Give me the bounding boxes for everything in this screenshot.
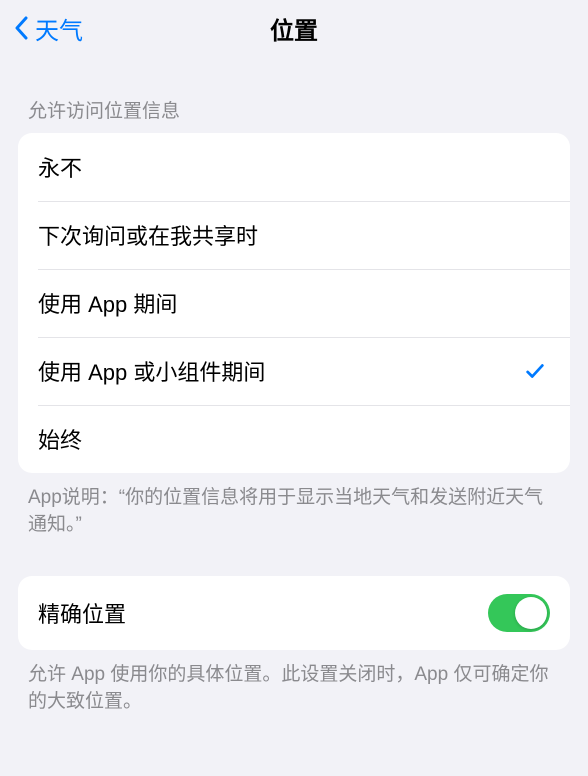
precise-location-group: 精确位置 (18, 576, 570, 650)
option-label: 永不 (38, 151, 82, 183)
section-footer-precise-explanation: 允许 App 使用你的具体位置。此设置关闭时，App 仅可确定你的大致位置。 (0, 650, 588, 715)
precise-location-toggle[interactable] (488, 594, 550, 632)
checkmark-icon (524, 360, 546, 382)
chevron-left-icon (14, 16, 29, 40)
precise-location-label: 精确位置 (38, 597, 126, 629)
option-label: 下次询问或在我共享时 (38, 219, 258, 251)
precise-location-row[interactable]: 精确位置 (18, 576, 570, 650)
section-footer-app-explanation: App说明：“你的位置信息将用于显示当地天气和发送附近天气通知。” (0, 473, 588, 538)
option-always[interactable]: 始终 (18, 405, 570, 473)
location-access-group: 永不 下次询问或在我共享时 使用 App 期间 使用 App 或小组件期间 始终 (18, 133, 570, 473)
back-button[interactable]: 天气 (0, 11, 83, 46)
page-title: 位置 (270, 11, 318, 46)
option-label: 使用 App 或小组件期间 (38, 355, 265, 387)
back-label: 天气 (35, 11, 83, 46)
option-label: 始终 (38, 423, 82, 455)
option-ask-next-time[interactable]: 下次询问或在我共享时 (18, 201, 570, 269)
option-while-using-app-or-widgets[interactable]: 使用 App 或小组件期间 (18, 337, 570, 405)
option-never[interactable]: 永不 (18, 133, 570, 201)
nav-header: 天气 位置 (0, 0, 588, 56)
section-header-location-access: 允许访问位置信息 (0, 56, 588, 133)
toggle-knob (515, 597, 547, 629)
option-while-using-app[interactable]: 使用 App 期间 (18, 269, 570, 337)
option-label: 使用 App 期间 (38, 287, 177, 319)
